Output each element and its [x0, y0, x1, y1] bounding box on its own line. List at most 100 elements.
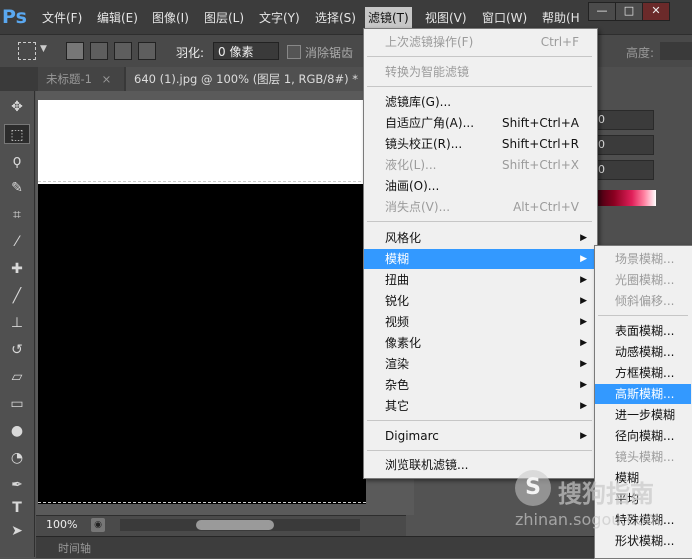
tab-640-jpg[interactable]: 640 (1).jpg @ 100% (图层 1, RGB/8#) * ×: [126, 67, 386, 91]
menu-help[interactable]: 帮助(H: [542, 8, 580, 28]
rectangular-marquee-tool-icon[interactable]: ⬚: [4, 124, 30, 144]
pen-tool-icon[interactable]: ✒: [4, 475, 30, 495]
clone-stamp-tool-icon[interactable]: ⊥: [4, 313, 30, 333]
brush-tool-icon[interactable]: ╱: [4, 286, 30, 306]
menu-item-render[interactable]: 渲染 ▶: [364, 354, 595, 374]
submenu-item-iris-blur[interactable]: 光圈模糊...: [595, 270, 691, 290]
chevron-down-icon[interactable]: ▼: [40, 44, 47, 54]
menu-select[interactable]: 选择(S): [315, 8, 356, 28]
menu-separator: [367, 86, 592, 87]
menu-item-sharpen[interactable]: 锐化 ▶: [364, 291, 595, 311]
move-tool-icon[interactable]: ✥: [4, 97, 30, 117]
healing-brush-tool-icon[interactable]: ✚: [4, 259, 30, 279]
type-tool-icon[interactable]: T: [4, 498, 30, 518]
menu-item-lens-correction[interactable]: 镜头校正(R)... Shift+Ctrl+R: [364, 134, 595, 154]
new-selection-icon[interactable]: [66, 42, 84, 60]
zoom-level[interactable]: 100%: [46, 518, 77, 531]
submenu-item-shape-blur[interactable]: 形状模糊...: [595, 531, 691, 551]
minimize-button[interactable]: —: [588, 2, 616, 21]
marquee-tool-preset-icon[interactable]: [18, 42, 36, 60]
document-info-icon[interactable]: ◉: [91, 518, 105, 532]
menu-item-stylize[interactable]: 风格化 ▶: [364, 228, 595, 248]
menu-item-convert-smart-filter[interactable]: 转换为智能滤镜: [364, 62, 595, 82]
menu-item-noise[interactable]: 杂色 ▶: [364, 375, 595, 395]
menu-item-last-filter[interactable]: 上次滤镜操作(F) Ctrl+F: [364, 32, 595, 52]
tab-label: 未标题-1: [46, 72, 92, 86]
document-white-region[interactable]: [38, 100, 366, 184]
scrollbar-thumb[interactable]: [196, 520, 274, 530]
panel-field[interactable]: 0: [594, 110, 654, 130]
submenu-arrow-icon: ▶: [580, 359, 587, 369]
submenu-item-tilt-shift[interactable]: 倾斜偏移...: [595, 291, 691, 311]
menu-item-filter-gallery[interactable]: 滤镜库(G)...: [364, 92, 595, 112]
menu-item-other[interactable]: 其它 ▶: [364, 396, 595, 416]
menu-item-video[interactable]: 视频 ▶: [364, 312, 595, 332]
timeline-label[interactable]: 时间轴: [58, 540, 91, 556]
submenu-item-field-blur[interactable]: 场景模糊...: [595, 249, 691, 269]
menu-item-liquify[interactable]: 液化(L)... Shift+Ctrl+X: [364, 155, 595, 175]
submenu-arrow-icon: ▶: [580, 431, 587, 441]
watermark-url: zhinan.sogou.com: [515, 510, 661, 529]
maximize-button[interactable]: □: [615, 2, 643, 21]
quick-selection-tool-icon[interactable]: ✎: [4, 178, 30, 198]
panel-field[interactable]: 0: [594, 160, 654, 180]
dodge-tool-icon[interactable]: ◔: [4, 448, 30, 468]
submenu-item-surface-blur[interactable]: 表面模糊...: [595, 321, 691, 341]
selection-marquee-top: [38, 181, 366, 182]
blur-tool-icon[interactable]: ●: [4, 421, 30, 441]
subtract-selection-icon[interactable]: [114, 42, 132, 60]
menu-item-vanishing-point[interactable]: 消失点(V)... Alt+Ctrl+V: [364, 197, 595, 217]
menu-separator: [598, 315, 688, 316]
panel-field[interactable]: 0: [594, 135, 654, 155]
feather-input[interactable]: 0 像素: [213, 42, 279, 60]
gradient-tool-icon[interactable]: ▭: [4, 394, 30, 414]
watermark-text: 搜狗指南: [558, 480, 654, 508]
menu-view[interactable]: 视图(V): [425, 8, 467, 28]
color-ramp[interactable]: [596, 190, 656, 206]
filter-menu: 上次滤镜操作(F) Ctrl+F 转换为智能滤镜 滤镜库(G)... 自适应广角(…: [363, 28, 598, 479]
menu-item-browse-online-filters[interactable]: 浏览联机滤镜...: [364, 455, 595, 475]
menu-separator: [367, 450, 592, 451]
watermark-logo-icon: S: [515, 470, 551, 506]
height-label: 高度:: [626, 46, 655, 60]
submenu-item-blur-more[interactable]: 进一步模糊: [595, 405, 691, 425]
photoshop-logo: Ps: [2, 6, 27, 28]
lasso-tool-icon[interactable]: ϙ: [4, 151, 30, 171]
document-black-region[interactable]: [38, 184, 366, 504]
crop-tool-icon[interactable]: ⌗: [4, 205, 30, 225]
intersect-selection-icon[interactable]: [138, 42, 156, 60]
menu-item-pixelate[interactable]: 像素化 ▶: [364, 333, 595, 353]
menu-layer[interactable]: 图层(L): [204, 8, 244, 28]
menu-separator: [367, 56, 592, 57]
path-selection-tool-icon[interactable]: ➤: [4, 521, 30, 541]
menu-item-distort[interactable]: 扭曲 ▶: [364, 270, 595, 290]
add-selection-icon[interactable]: [90, 42, 108, 60]
submenu-item-box-blur[interactable]: 方框模糊...: [595, 363, 691, 383]
menu-item-oil-paint[interactable]: 油画(O)...: [364, 176, 595, 196]
menu-image[interactable]: 图像(I): [152, 8, 189, 28]
menu-item-blur[interactable]: 模糊 ▶: [364, 249, 595, 269]
height-field[interactable]: [660, 42, 692, 60]
menu-edit[interactable]: 编辑(E): [97, 8, 138, 28]
submenu-arrow-icon: ▶: [580, 296, 587, 306]
close-button[interactable]: ✕: [642, 2, 670, 21]
menu-window[interactable]: 窗口(W): [482, 8, 527, 28]
menu-separator: [367, 221, 592, 222]
submenu-item-gaussian-blur[interactable]: 高斯模糊...: [595, 384, 691, 404]
menu-item-digimarc[interactable]: Digimarc ▶: [364, 426, 595, 446]
menu-filter[interactable]: 滤镜(T): [365, 7, 412, 29]
submenu-item-motion-blur[interactable]: 动感模糊...: [595, 342, 691, 362]
menu-file[interactable]: 文件(F): [42, 8, 82, 28]
tab-untitled[interactable]: 未标题-1 ×: [38, 67, 124, 91]
menu-item-adaptive-wide-angle[interactable]: 自适应广角(A)... Shift+Ctrl+A: [364, 113, 595, 133]
tab-label: 640 (1).jpg @ 100% (图层 1, RGB/8#) *: [134, 72, 358, 86]
menu-type[interactable]: 文字(Y): [259, 8, 300, 28]
submenu-item-lens-blur[interactable]: 镜头模糊...: [595, 447, 691, 467]
toolbox: ✥ ⬚ ϙ ✎ ⌗ ⁄ ✚ ╱ ⊥ ↺ ▱ ▭ ● ◔ ✒ T ➤: [0, 91, 35, 557]
eraser-tool-icon[interactable]: ▱: [4, 367, 30, 387]
history-brush-tool-icon[interactable]: ↺: [4, 340, 30, 360]
eyedropper-tool-icon[interactable]: ⁄: [4, 232, 30, 252]
tab-close-icon[interactable]: ×: [102, 72, 112, 86]
antialias-checkbox[interactable]: [287, 45, 301, 59]
submenu-item-radial-blur[interactable]: 径向模糊...: [595, 426, 691, 446]
